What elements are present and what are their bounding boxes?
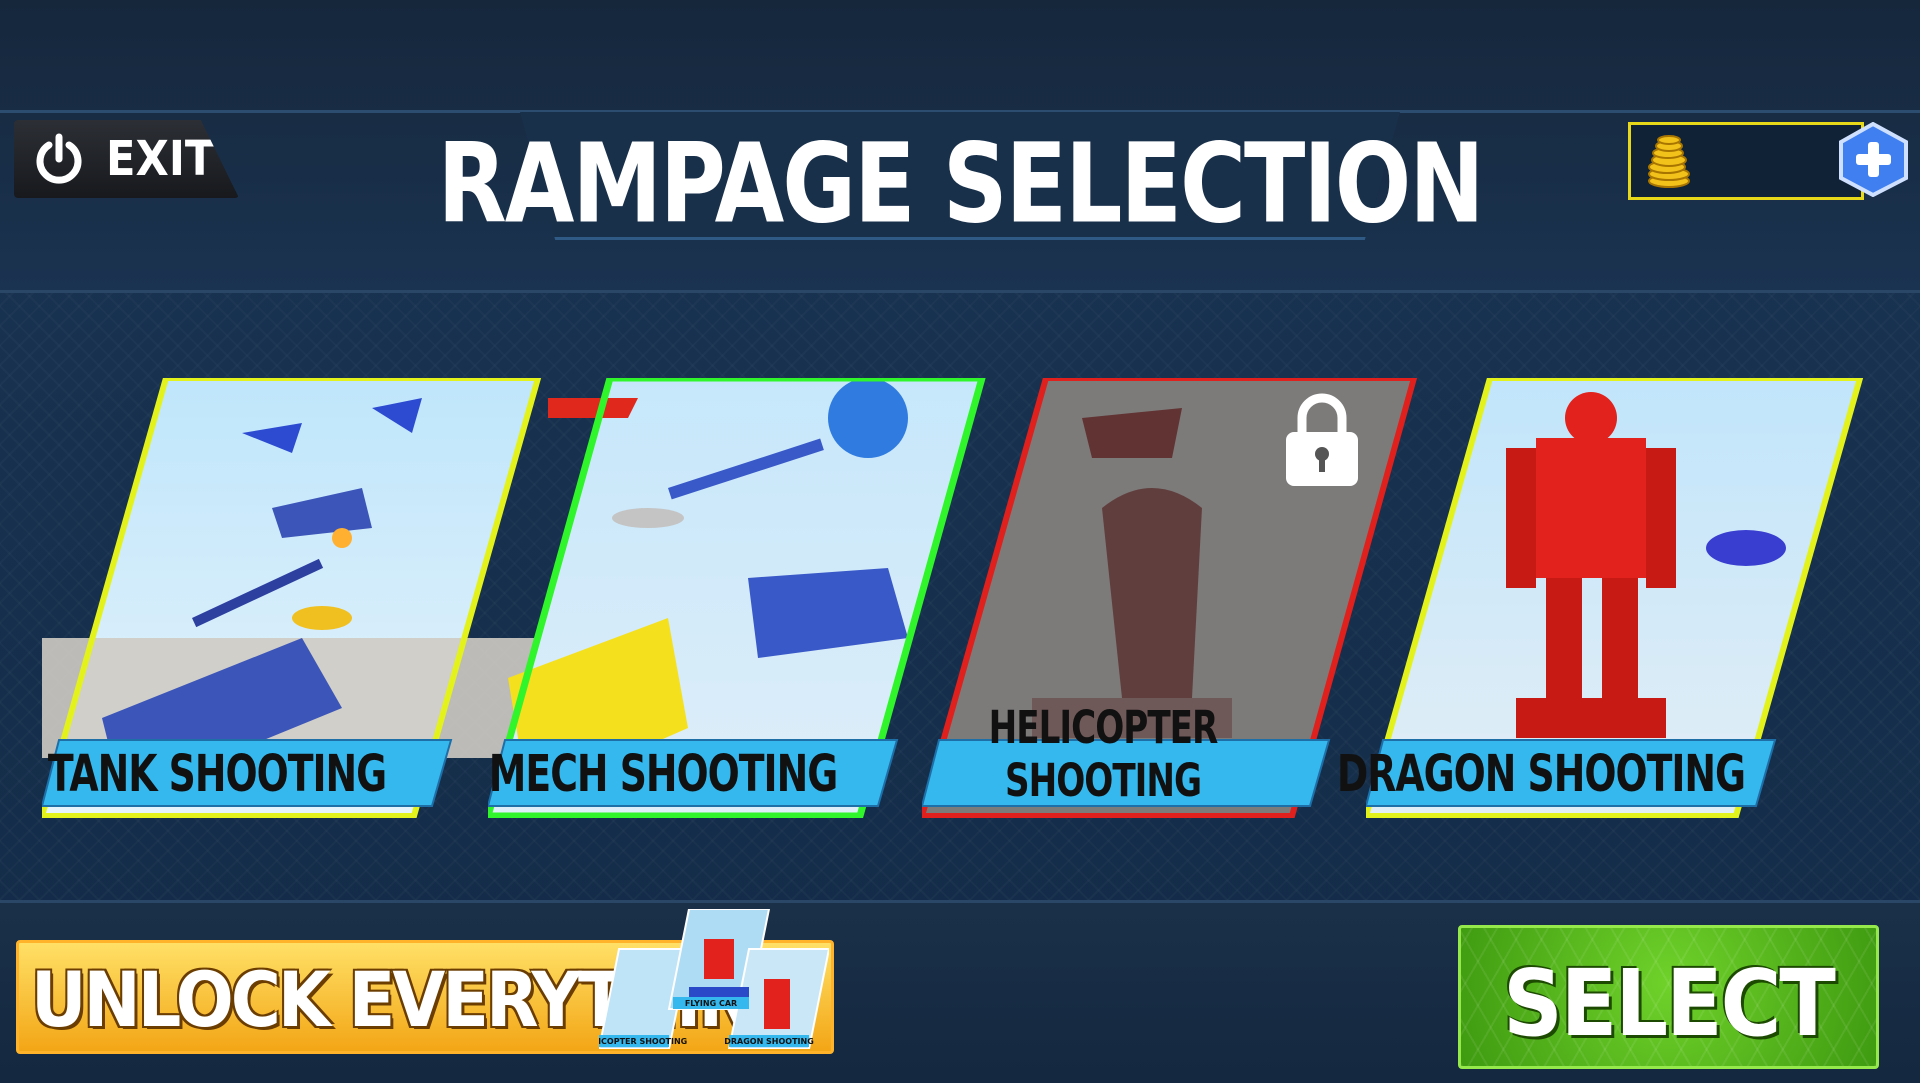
thumb-label: FLYING CAR (685, 999, 737, 1008)
mode-card-mech[interactable]: MECH SHOOTING (488, 378, 986, 818)
mode-label: TANK SHOOTING (47, 744, 387, 803)
thumb-label: HELICOPTER SHOOTING (599, 1037, 687, 1046)
lock-icon (1282, 390, 1362, 494)
select-button[interactable]: SELECT (1458, 925, 1879, 1069)
thumb-label: DRAGON SHOOTING (724, 1037, 814, 1046)
mode-card-dragon[interactable]: DRAGON SHOOTING (1337, 378, 1864, 818)
mode-label: DRAGON SHOOTING (1336, 744, 1746, 803)
unlock-thumbnails: HELICOPTER SHOOTING FLYING CAR DRAGON SH… (599, 909, 829, 1049)
mode-card-tank[interactable]: TANK SHOOTING (42, 378, 452, 818)
mode-label: HELICOPTER SHOOTING (988, 701, 1219, 807)
mode-label: MECH SHOOTING (488, 744, 838, 803)
mode-card-helicopter[interactable]: HELICOPTER SHOOTING (922, 378, 1418, 818)
unlock-everything-button[interactable]: UNLOCK EVERYTHING HELICOPTER SHOOTING FL… (16, 909, 834, 1054)
select-label: SELECT (1503, 950, 1836, 1057)
